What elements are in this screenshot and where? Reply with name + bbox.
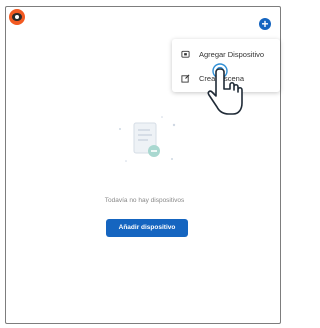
edit-icon: [181, 74, 190, 83]
menu-item-add-device[interactable]: Agregar Dispositivo: [172, 42, 280, 66]
eye-logo-icon: [9, 9, 25, 25]
empty-state-message: Todavía no hay dispositivos: [104, 197, 185, 204]
menu-item-label: Crear escena: [199, 73, 245, 83]
add-button[interactable]: +: [259, 18, 271, 30]
menu-item-label: Agregar Dispositivo: [199, 49, 265, 59]
add-menu: Agregar Dispositivo Crear escena: [172, 39, 280, 92]
add-device-button[interactable]: Añadir dispositivo: [106, 219, 188, 237]
plus-icon: +: [261, 17, 269, 31]
menu-item-create-scene[interactable]: Crear escena: [172, 66, 280, 90]
device-icon: [181, 50, 190, 58]
empty-devices-illustration: [119, 116, 176, 162]
